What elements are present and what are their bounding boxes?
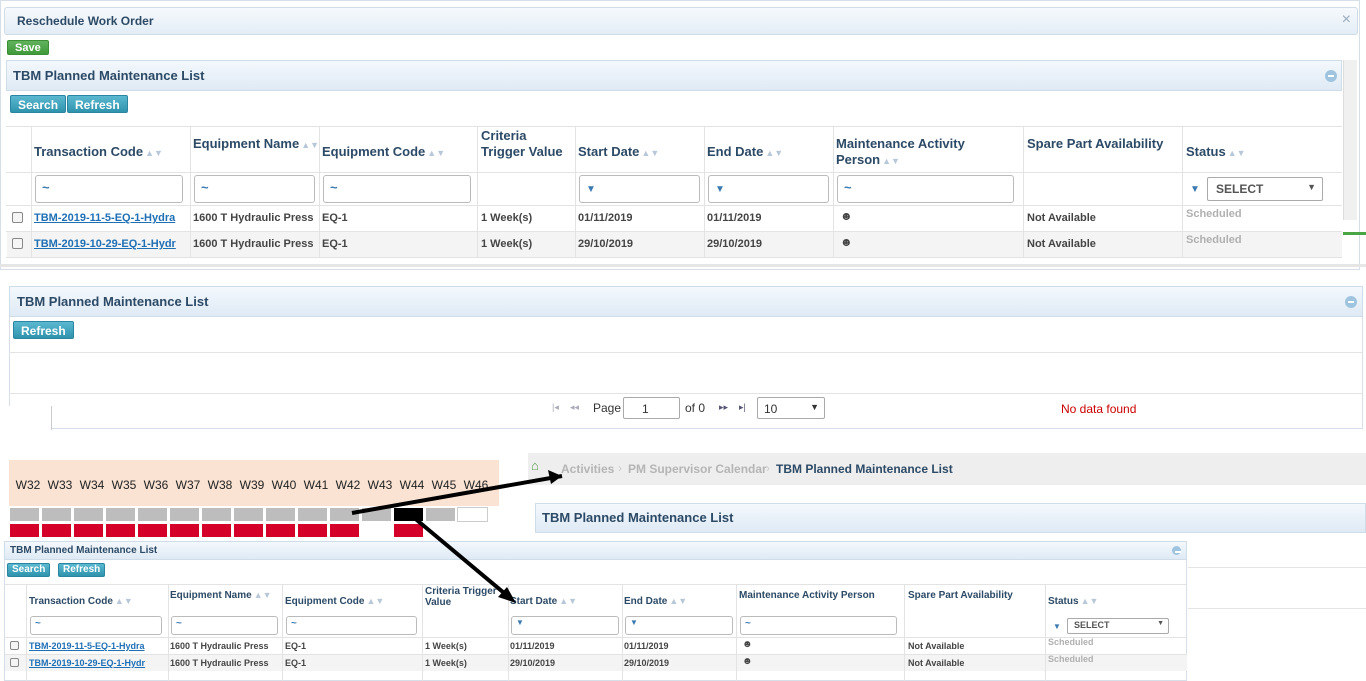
annotation-arrows [351,470,563,603]
annotation-arrow-line [410,514,512,600]
annotation-arrow-line [351,474,563,515]
annotation-arrowhead [548,470,562,484]
